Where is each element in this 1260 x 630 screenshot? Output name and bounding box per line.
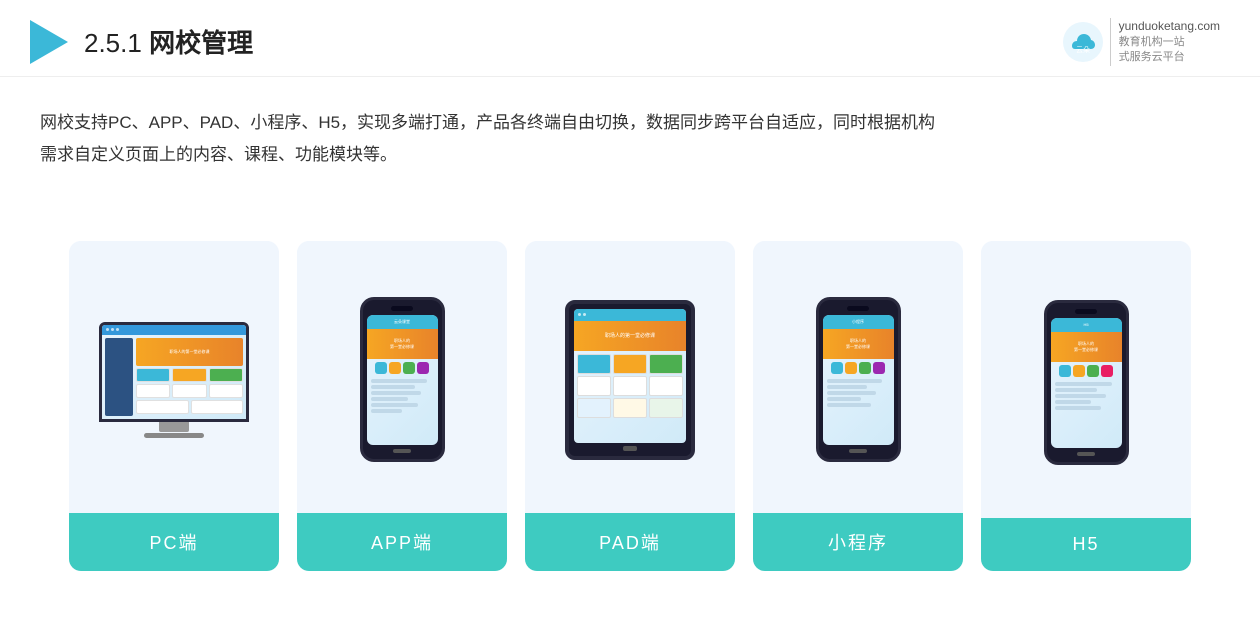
page: 2.5.1 网校管理 云朵 yunduoketang.com 教育机构一站 式服…	[0, 0, 1260, 630]
card-h5-label: H5	[981, 518, 1191, 571]
brand-url: yunduoketang.com	[1119, 18, 1220, 35]
card-pc-image: 职场人的第一堂必修课	[69, 241, 279, 513]
page-title: 2.5.1 网校管理	[84, 23, 253, 60]
header-right: 云朵 yunduoketang.com 教育机构一站 式服务云平台	[1062, 18, 1220, 66]
brand-icon: 云朵	[1062, 21, 1104, 63]
card-h5-image: H5 职场人的第一堂必修课	[981, 241, 1191, 518]
pc-monitor: 职场人的第一堂必修课	[99, 322, 249, 422]
description-line1: 网校支持PC、APP、PAD、小程序、H5，实现多端打通，产品各终端自由切换，数…	[40, 107, 1220, 139]
device-app-phone: 云朵课堂 职场人的第一堂必修课	[360, 297, 445, 462]
description-line2: 需求自定义页面上的内容、课程、功能模块等。	[40, 139, 1220, 171]
card-miniapp: 小程序 职场人的第一堂必修课	[753, 241, 963, 571]
card-h5: H5 职场人的第一堂必修课	[981, 241, 1191, 571]
card-pad: 职场人的第一堂必修课	[525, 241, 735, 571]
card-pad-image: 职场人的第一堂必修课	[525, 241, 735, 513]
brand-tagline1: 教育机构一站	[1119, 35, 1220, 50]
card-pc: 职场人的第一堂必修课	[69, 241, 279, 571]
logo-triangle-icon	[30, 20, 68, 64]
device-pad-tablet: 职场人的第一堂必修课	[565, 300, 695, 460]
card-pad-label: PAD端	[525, 513, 735, 571]
description-block: 网校支持PC、APP、PAD、小程序、H5，实现多端打通，产品各终端自由切换，数…	[0, 77, 1260, 182]
card-miniapp-image: 小程序 职场人的第一堂必修课	[753, 241, 963, 513]
page-header: 2.5.1 网校管理 云朵 yunduoketang.com 教育机构一站 式服…	[0, 0, 1260, 77]
brand-text: yunduoketang.com 教育机构一站 式服务云平台	[1110, 18, 1220, 66]
svg-text:云朵: 云朵	[1076, 46, 1090, 54]
header-left: 2.5.1 网校管理	[30, 20, 253, 64]
device-pc: 职场人的第一堂必修课	[99, 322, 249, 438]
device-miniapp-phone: 小程序 职场人的第一堂必修课	[816, 297, 901, 462]
card-app: 云朵课堂 职场人的第一堂必修课	[297, 241, 507, 571]
card-app-image: 云朵课堂 职场人的第一堂必修课	[297, 241, 507, 513]
cards-container: 职场人的第一堂必修课	[0, 181, 1260, 630]
card-pc-label: PC端	[69, 513, 279, 571]
card-app-label: APP端	[297, 513, 507, 571]
brand-logo: 云朵 yunduoketang.com 教育机构一站 式服务云平台	[1062, 18, 1220, 66]
brand-tagline2: 式服务云平台	[1119, 50, 1220, 65]
card-miniapp-label: 小程序	[753, 513, 963, 571]
device-h5-phone: H5 职场人的第一堂必修课	[1044, 300, 1129, 465]
